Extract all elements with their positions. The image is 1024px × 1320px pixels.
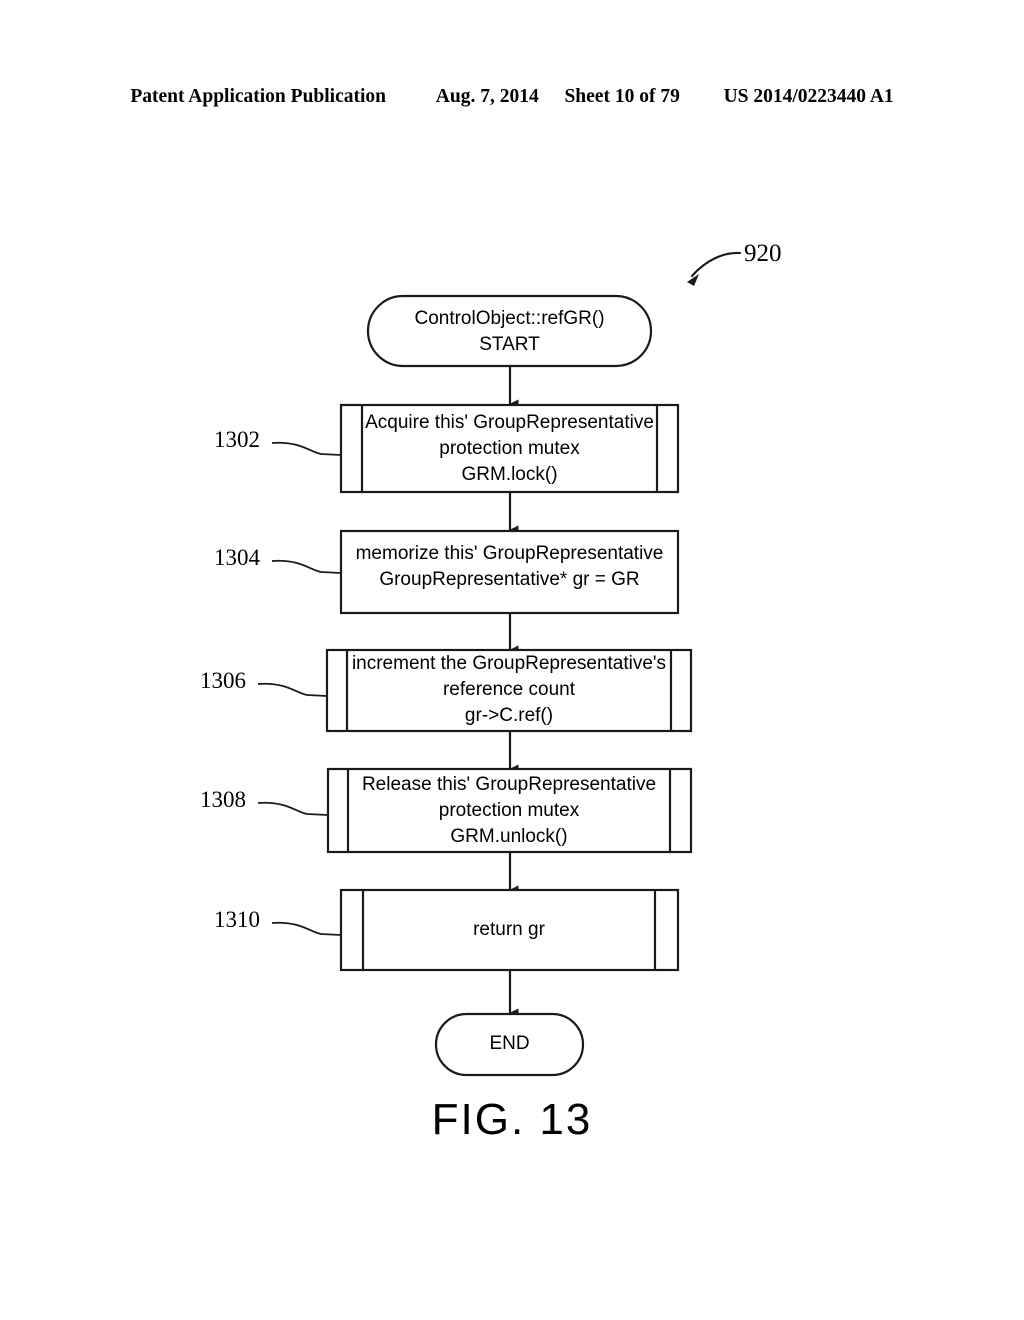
step-1306-shape	[325, 648, 693, 733]
step-1302-shape	[339, 403, 680, 494]
step-1310-ref: 1310	[214, 907, 260, 932]
flowchart-diagram: 920 ControlObject::refGR() START 1302 Ac…	[0, 0, 1024, 1320]
step-1306-ref: 1306	[200, 668, 246, 693]
diagram-ref-leader	[687, 251, 742, 286]
diagram-ref-number: 920	[744, 240, 782, 267]
step-1308-shape	[326, 767, 693, 854]
step-1302-ref: 1302	[214, 427, 260, 452]
ref-leader-1302	[271, 441, 342, 456]
end-terminal-shape	[434, 1012, 585, 1077]
start-terminal-shape	[366, 294, 653, 368]
step-1310-shape	[339, 888, 680, 972]
step-1308-ref: 1308	[200, 787, 246, 812]
ref-leader-1304	[271, 559, 342, 574]
figure-caption: FIG. 13	[431, 1095, 593, 1144]
ref-leader-1308	[257, 801, 329, 816]
step-1304-shape	[339, 529, 680, 615]
step-1304-ref: 1304	[214, 545, 260, 570]
ref-leader-1310	[271, 921, 342, 936]
ref-leader-1306	[257, 682, 328, 697]
